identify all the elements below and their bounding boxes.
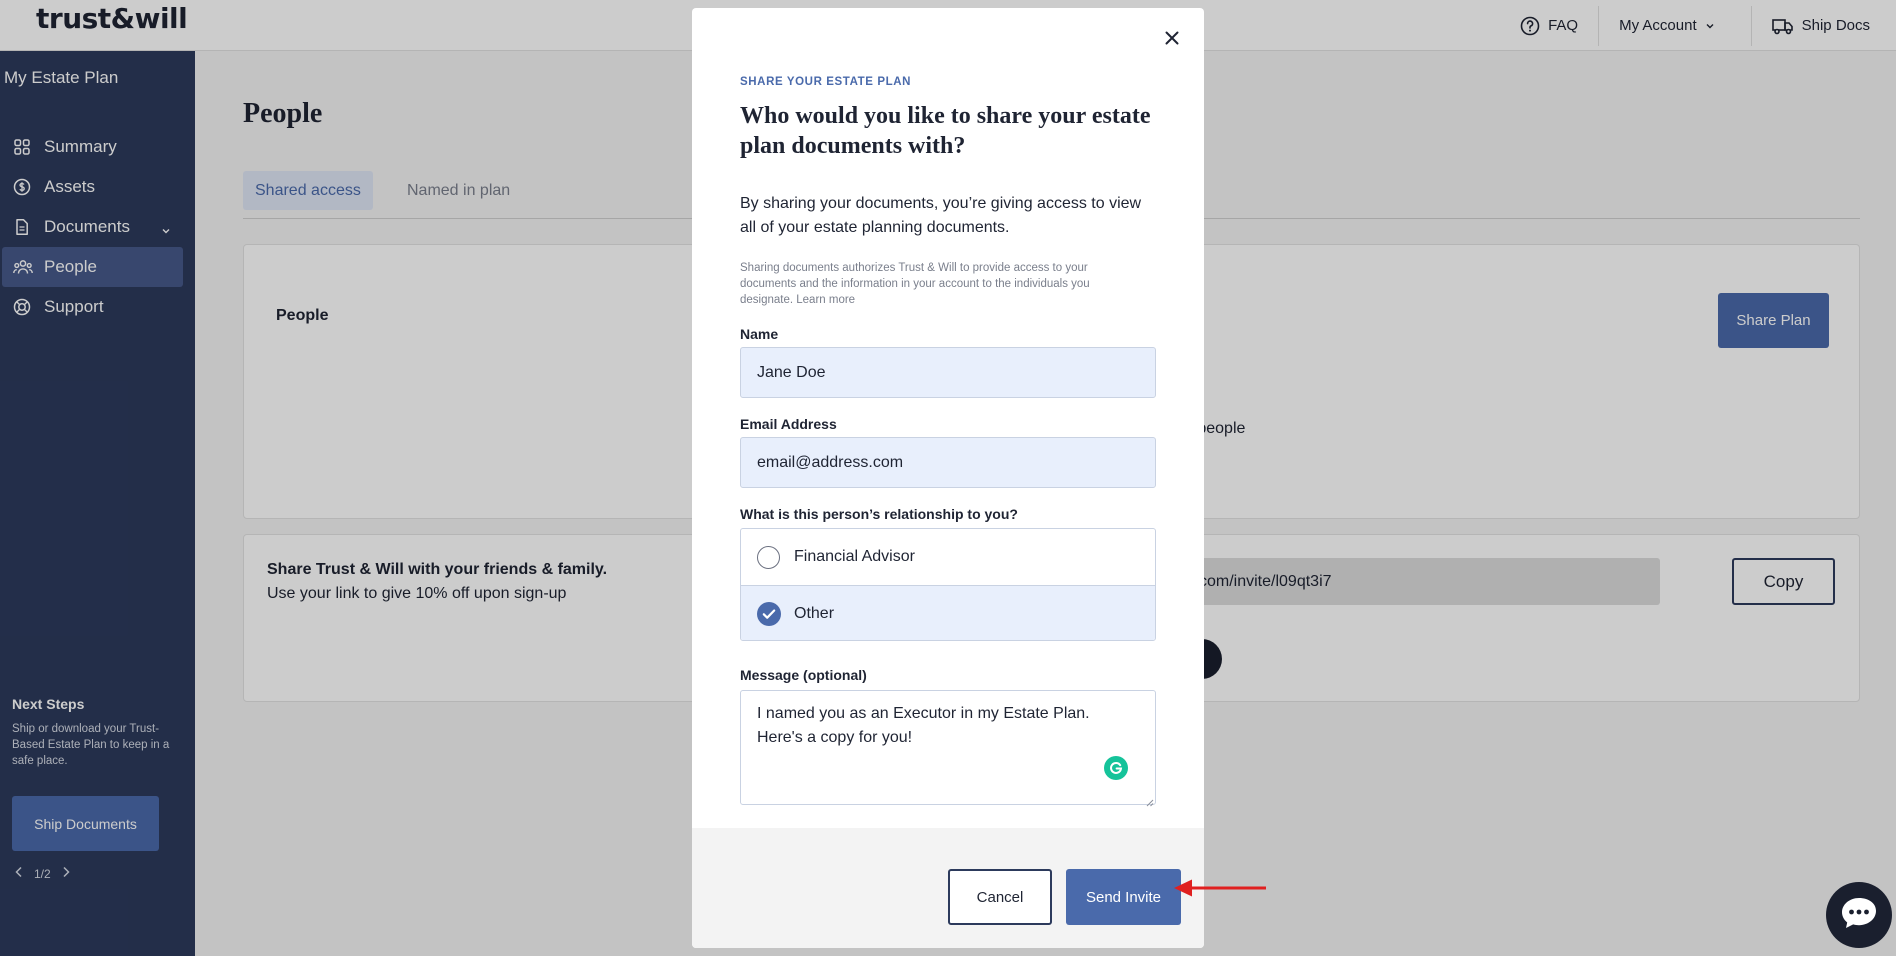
grammarly-icon[interactable] [1104, 756, 1128, 780]
option-label: Other [794, 604, 835, 622]
resize-handle-icon[interactable] [1146, 794, 1154, 812]
close-modal-button[interactable] [1160, 26, 1184, 50]
share-plan-modal: SHARE YOUR ESTATE PLAN Who would you lik… [692, 8, 1204, 948]
relationship-option-financial-advisor[interactable]: Financial Advisor [741, 529, 1155, 585]
modal-footer: Cancel Send Invite [692, 828, 1204, 948]
modal-fine-print: Sharing documents authorizes Trust & Wil… [740, 262, 1090, 306]
message-label: Message (optional) [740, 667, 867, 683]
name-input[interactable] [740, 347, 1156, 398]
relationship-radio-group: Financial Advisor Other [740, 528, 1156, 641]
option-label: Financial Advisor [794, 548, 915, 565]
chat-bubble-icon [1840, 896, 1878, 935]
chat-support-button[interactable] [1826, 882, 1892, 948]
send-invite-button[interactable]: Send Invite [1066, 869, 1181, 925]
modal-title: Who would you like to share your estate … [740, 103, 1151, 159]
cancel-button[interactable]: Cancel [948, 869, 1052, 925]
email-input[interactable] [740, 437, 1156, 488]
modal-eyebrow: SHARE YOUR ESTATE PLAN [740, 76, 912, 88]
relationship-label: What is this person’s relationship to yo… [740, 506, 1018, 522]
modal-description: By sharing your documents, you’re giving… [740, 195, 1142, 236]
radio-checked-icon [757, 602, 781, 626]
radio-unchecked-icon [757, 546, 780, 569]
relationship-option-other[interactable]: Other [741, 585, 1155, 640]
message-textarea[interactable]: I named you as an Executor in my Estate … [740, 690, 1156, 805]
email-label: Email Address [740, 416, 837, 432]
close-icon [1160, 31, 1184, 53]
name-label: Name [740, 326, 779, 342]
annotation-arrow-icon [1174, 879, 1266, 897]
